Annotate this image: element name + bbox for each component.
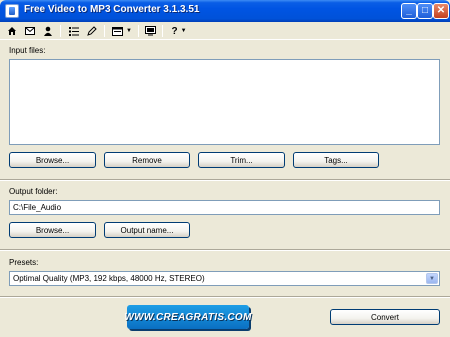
remove-button[interactable]: Remove bbox=[104, 152, 190, 168]
toolbar-separator bbox=[60, 25, 61, 37]
browse-output-button[interactable]: Browse... bbox=[9, 222, 96, 238]
divider bbox=[0, 249, 450, 251]
toolbar-separator bbox=[162, 25, 163, 37]
help-icon[interactable]: ? ▼ bbox=[168, 24, 190, 38]
minimize-icon: _ bbox=[406, 5, 412, 16]
input-files-list[interactable] bbox=[9, 59, 440, 145]
creagratis-banner[interactable]: WWW.CREAGRATIS.COM bbox=[124, 305, 251, 329]
convert-button[interactable]: Convert bbox=[330, 309, 440, 325]
output-name-button[interactable]: Output name... bbox=[104, 222, 190, 238]
mail-icon[interactable] bbox=[24, 24, 36, 38]
presets-label: Presets: bbox=[9, 258, 39, 267]
toolbar-separator bbox=[104, 25, 105, 37]
close-icon: ✕ bbox=[436, 5, 446, 16]
output-folder-label: Output folder: bbox=[9, 187, 58, 196]
divider bbox=[0, 179, 450, 181]
user-icon[interactable] bbox=[42, 24, 54, 38]
edit-icon[interactable] bbox=[86, 24, 98, 38]
window-menu-icon[interactable]: ▼ bbox=[111, 24, 133, 38]
maximize-icon: □ bbox=[421, 5, 429, 16]
chevron-down-icon: ▼ bbox=[126, 28, 132, 34]
monitor-icon[interactable] bbox=[144, 24, 156, 38]
presets-select[interactable]: Optimal Quality (MP3, 192 kbps, 48000 Hz… bbox=[9, 271, 440, 286]
minimize-button[interactable]: _ bbox=[401, 3, 417, 19]
chevron-down-icon: ▼ bbox=[180, 28, 187, 34]
browse-input-button[interactable]: Browse... bbox=[9, 152, 96, 168]
input-files-label: Input files: bbox=[9, 46, 46, 55]
presets-selected-value: Optimal Quality (MP3, 192 kbps, 48000 Hz… bbox=[13, 274, 205, 283]
app-icon bbox=[5, 4, 19, 18]
toolbar-separator bbox=[138, 25, 139, 37]
list-icon[interactable] bbox=[68, 24, 80, 38]
trim-button[interactable]: Trim... bbox=[198, 152, 285, 168]
tags-button[interactable]: Tags... bbox=[293, 152, 379, 168]
output-folder-field[interactable]: C:\File_Audio bbox=[9, 200, 440, 215]
title-bar: Free Video to MP3 Converter 3.1.3.51 _ □… bbox=[0, 0, 450, 22]
close-button[interactable]: ✕ bbox=[433, 3, 449, 19]
chevron-down-icon[interactable]: ▼ bbox=[426, 273, 438, 284]
help-glyph: ? bbox=[171, 25, 178, 37]
window-title: Free Video to MP3 Converter 3.1.3.51 bbox=[24, 4, 200, 15]
home-icon[interactable] bbox=[6, 24, 18, 38]
maximize-button[interactable]: □ bbox=[417, 3, 433, 19]
toolbar: ▼ ? ▼ bbox=[0, 22, 450, 40]
divider bbox=[0, 296, 450, 298]
